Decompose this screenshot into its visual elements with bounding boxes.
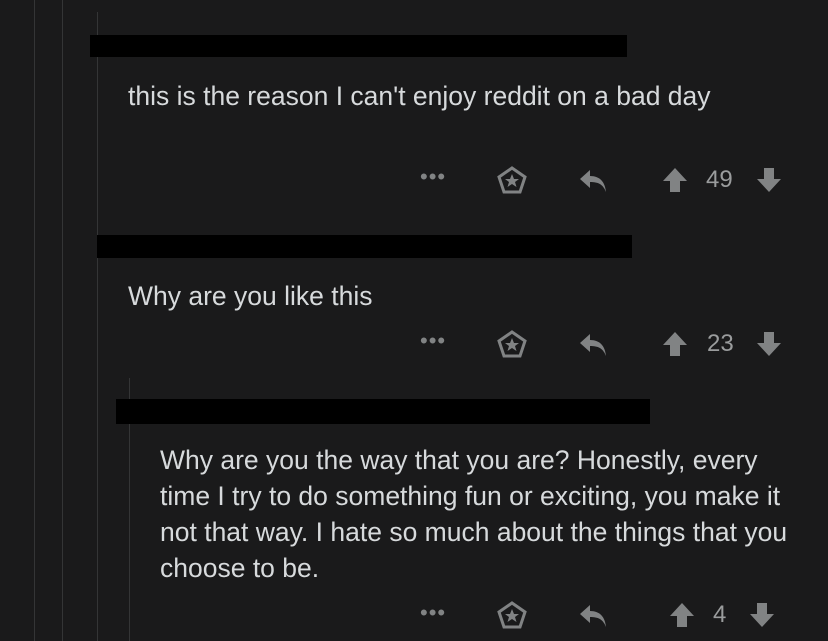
- comment-body: this is the reason I can't enjoy reddit …: [128, 81, 711, 111]
- vote-score: 23: [707, 330, 734, 357]
- award-icon[interactable]: [497, 601, 527, 629]
- redacted-author: [97, 235, 632, 258]
- more-options-button[interactable]: •••: [420, 600, 446, 626]
- downvote-arrow-icon[interactable]: [756, 167, 782, 193]
- downvote-arrow-icon[interactable]: [756, 331, 782, 357]
- redacted-author: [116, 399, 650, 424]
- reply-icon[interactable]: [578, 332, 608, 358]
- upvote-arrow-icon[interactable]: [669, 602, 695, 628]
- thread-line[interactable]: [34, 0, 35, 641]
- vote-score: 4: [713, 601, 727, 628]
- upvote-arrow-icon[interactable]: [662, 331, 688, 357]
- upvote-arrow-icon[interactable]: [662, 167, 688, 193]
- award-icon[interactable]: [497, 330, 527, 358]
- comment-body: Why are you the way that you are? Honest…: [160, 445, 788, 583]
- redacted-author: [90, 35, 627, 57]
- vote-score: 49: [706, 166, 733, 193]
- downvote-arrow-icon[interactable]: [749, 602, 775, 628]
- thread-line[interactable]: [62, 0, 63, 641]
- reply-icon[interactable]: [578, 168, 608, 194]
- thread-line[interactable]: [97, 12, 98, 641]
- comment-body: Why are you like this: [128, 281, 373, 311]
- more-options-button[interactable]: •••: [420, 164, 446, 190]
- reply-icon[interactable]: [578, 603, 608, 629]
- award-icon[interactable]: [497, 166, 527, 194]
- more-options-button[interactable]: •••: [420, 328, 446, 354]
